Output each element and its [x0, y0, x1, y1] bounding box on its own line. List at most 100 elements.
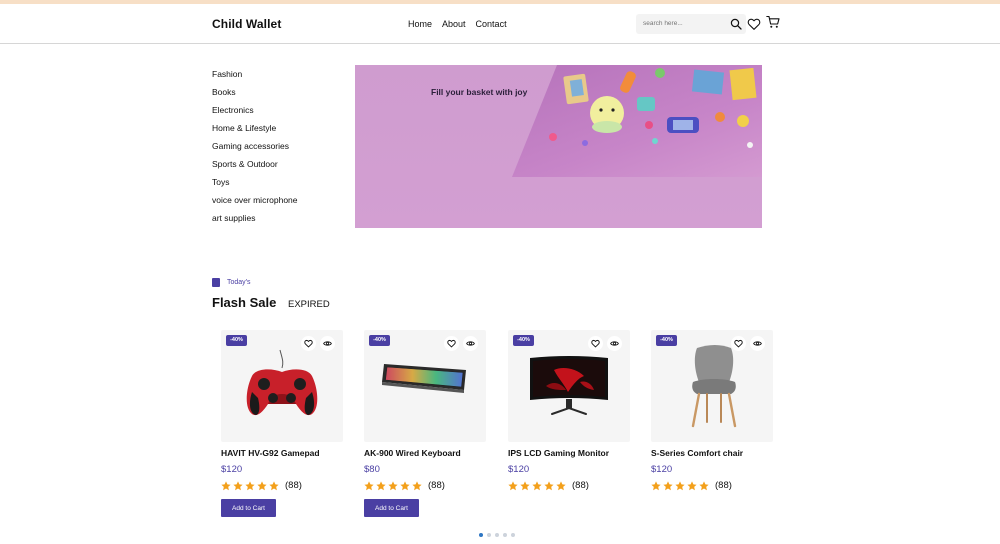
star-icon: [520, 480, 530, 490]
category-toys[interactable]: Toys: [212, 177, 298, 195]
product-rating: (88): [221, 480, 343, 491]
cart-icon[interactable]: [766, 15, 780, 29]
eye-icon: [610, 341, 619, 346]
star-icon: [544, 480, 554, 490]
quick-view-button[interactable]: [320, 336, 335, 351]
product-card[interactable]: -40% S-Series Comfort chair $120 (88): [651, 330, 773, 491]
rating-count: (88): [715, 480, 732, 491]
nav-about[interactable]: About: [442, 19, 466, 29]
eye-icon: [466, 341, 475, 346]
site-header: Child Wallet Home About Contact: [0, 4, 1000, 44]
category-electronics[interactable]: Electronics: [212, 105, 298, 123]
star-icon: [221, 480, 231, 490]
carousel-pagination: [479, 533, 515, 537]
hero-banner[interactable]: Fill your basket with joy: [355, 65, 762, 228]
flash-sale-title: Flash Sale: [212, 295, 277, 310]
banner-tagline: Fill your basket with joy: [431, 87, 528, 97]
product-rating: (88): [651, 480, 773, 491]
brand-logo[interactable]: Child Wallet: [212, 17, 281, 31]
category-list: Fashion Books Electronics Home & Lifesty…: [212, 69, 298, 231]
star-icon: [257, 480, 267, 490]
section-marker: [212, 278, 220, 287]
category-home-lifestyle[interactable]: Home & Lifestyle: [212, 123, 298, 141]
wishlist-button[interactable]: [588, 336, 603, 351]
star-icon: [675, 480, 685, 490]
category-sports-outdoor[interactable]: Sports & Outdoor: [212, 159, 298, 177]
star-icon: [376, 480, 386, 490]
product-price: $120: [651, 464, 673, 475]
heart-icon: [304, 340, 313, 348]
category-gaming-accessories[interactable]: Gaming accessories: [212, 141, 298, 159]
product-name[interactable]: AK-900 Wired Keyboard: [364, 448, 486, 458]
star-icon: [651, 480, 661, 490]
main-nav: Home About Contact: [408, 19, 517, 29]
heart-icon[interactable]: [747, 17, 761, 31]
eye-icon: [323, 341, 332, 346]
star-icon: [388, 480, 398, 490]
heart-icon: [591, 340, 600, 348]
product-price: $80: [364, 464, 380, 475]
product-name[interactable]: S-Series Comfort chair: [651, 448, 773, 458]
pagination-dot-4[interactable]: [503, 533, 507, 537]
star-icon: [687, 480, 697, 490]
chair-image: [691, 345, 737, 428]
product-image[interactable]: -40%: [508, 330, 630, 442]
wishlist-button[interactable]: [444, 336, 459, 351]
discount-badge: -40%: [369, 335, 390, 346]
monitor-image: [530, 356, 608, 415]
discount-badge: -40%: [513, 335, 534, 346]
product-name[interactable]: IPS LCD Gaming Monitor: [508, 448, 630, 458]
product-card[interactable]: -40% HAVIT HV-G92 Gamepad $120 (88) Add …: [221, 330, 343, 517]
product-rating: (88): [508, 480, 630, 491]
heart-icon: [447, 340, 456, 348]
nav-contact[interactable]: Contact: [476, 19, 507, 29]
pagination-dot-3[interactable]: [495, 533, 499, 537]
star-icon: [269, 480, 279, 490]
product-price: $120: [508, 464, 530, 475]
search-icon[interactable]: [730, 18, 742, 30]
product-image[interactable]: -40%: [651, 330, 773, 442]
category-art-supplies[interactable]: art supplies: [212, 213, 298, 231]
keyboard-image: [382, 364, 466, 393]
category-fashion[interactable]: Fashion: [212, 69, 298, 87]
star-icon: [364, 480, 374, 490]
star-icon: [556, 480, 566, 490]
category-voice-over-microphone[interactable]: voice over microphone: [212, 195, 298, 213]
product-card[interactable]: -40% AK-900 Wired Keyboard $80 (88) Add …: [364, 330, 486, 517]
star-rating: [364, 480, 422, 491]
discount-badge: -40%: [656, 335, 677, 346]
add-to-cart-button[interactable]: Add to Cart: [221, 499, 276, 517]
star-icon: [412, 480, 422, 490]
rating-count: (88): [285, 480, 302, 491]
flash-sale-status: EXPIRED: [288, 299, 330, 310]
star-rating: [508, 480, 566, 491]
star-rating: [221, 480, 279, 491]
category-books[interactable]: Books: [212, 87, 298, 105]
product-image[interactable]: -40%: [364, 330, 486, 442]
quick-view-button[interactable]: [607, 336, 622, 351]
star-icon: [233, 480, 243, 490]
product-name[interactable]: HAVIT HV-G92 Gamepad: [221, 448, 343, 458]
nav-home[interactable]: Home: [408, 19, 432, 29]
search-input[interactable]: [643, 20, 723, 27]
quick-view-button[interactable]: [463, 336, 478, 351]
pagination-dot-5[interactable]: [511, 533, 515, 537]
star-icon: [699, 480, 709, 490]
star-icon: [400, 480, 410, 490]
toys-illustration: [549, 67, 757, 148]
today-text: Today's: [227, 279, 251, 286]
pagination-dot-1[interactable]: [479, 533, 483, 537]
product-card[interactable]: -40% IPS LCD Gaming Monitor $120 (88): [508, 330, 630, 491]
add-to-cart-button[interactable]: Add to Cart: [364, 499, 419, 517]
discount-badge: -40%: [226, 335, 247, 346]
pagination-dot-2[interactable]: [487, 533, 491, 537]
search-box: [636, 14, 746, 34]
star-rating: [651, 480, 709, 491]
star-icon: [508, 480, 518, 490]
product-price: $120: [221, 464, 243, 475]
star-icon: [663, 480, 673, 490]
eye-icon: [753, 341, 762, 346]
quick-view-button[interactable]: [750, 336, 765, 351]
product-image[interactable]: -40%: [221, 330, 343, 442]
today-label: Today's: [212, 278, 251, 287]
